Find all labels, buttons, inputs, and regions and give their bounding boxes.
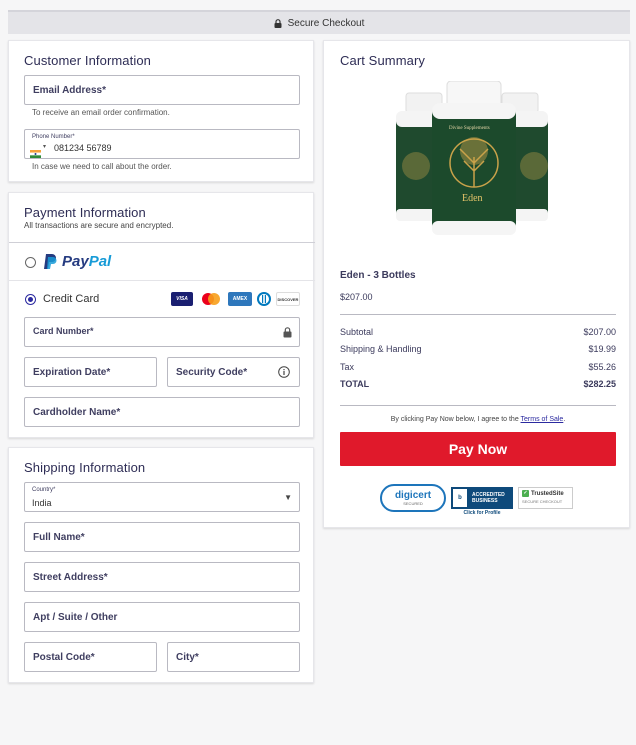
phone-hint: In case we need to call about the order. (32, 162, 172, 171)
visa-icon: VISA (171, 292, 193, 306)
city-label: City* (176, 652, 199, 663)
bbb-badge[interactable]: b ACCREDITED BUSINESS Click for Profile (451, 487, 513, 519)
secure-checkout-title: Secure Checkout (287, 17, 365, 29)
email-label: Email Address* (33, 85, 106, 96)
postal-code-field[interactable]: Postal Code* (24, 642, 157, 672)
country-select[interactable]: Country* India ▼ (24, 482, 300, 512)
product-name: Eden - 3 Bottles (340, 270, 416, 281)
paypal-divider (9, 280, 315, 281)
product-brand-text: Divine Supplements (449, 126, 490, 131)
product-image: Divine Supplements Eden (394, 80, 554, 241)
country-label: Country* (32, 487, 56, 493)
payment-information-card: Payment Information All transactions are… (8, 192, 315, 438)
trustedsite-badge[interactable]: ✓ TrustedSite SECURE CHECKOUT (518, 487, 573, 509)
paypal-radio[interactable] (25, 257, 36, 268)
expiration-date-field[interactable]: Expiration Date* (24, 357, 157, 387)
paypal-text-pal: Pal (88, 253, 112, 270)
street-address-field[interactable]: Street Address* (24, 562, 300, 592)
payment-information-heading: Payment Information (24, 205, 146, 220)
terms-of-sale-link[interactable]: Terms of Sale (521, 416, 564, 423)
full-name-label: Full Name* (33, 532, 85, 543)
subtotal-row: Subtotal $207.00 (340, 327, 616, 337)
discover-icon: DISCOVER (276, 292, 300, 306)
cart-summary-heading: Cart Summary (340, 53, 425, 68)
lock-icon (274, 18, 282, 28)
product-bottle-name: Eden (462, 193, 483, 204)
lock-icon (283, 327, 292, 338)
credit-card-label[interactable]: Credit Card (43, 293, 99, 305)
product-price: $207.00 (340, 292, 373, 302)
street-address-label: Street Address* (33, 572, 108, 583)
cardholder-name-field[interactable]: Cardholder Name* (24, 397, 300, 427)
country-code-chevron-icon[interactable]: ▾ (43, 143, 46, 150)
email-field[interactable]: Email Address* (24, 75, 300, 105)
phone-field[interactable]: Phone Number* ▾ 081234 56789 (24, 129, 300, 159)
subtotal-label: Subtotal (340, 327, 374, 337)
shipping-label: Shipping & Handling (340, 344, 422, 354)
tax-row: Tax $55.26 (340, 362, 616, 372)
chevron-down-icon[interactable]: ▼ (284, 493, 292, 502)
customer-information-card: Customer Information Email Address* To r… (8, 40, 314, 182)
city-field[interactable]: City* (167, 642, 300, 672)
shipping-information-card: Shipping Information Country* India ▼ Fu… (8, 447, 314, 683)
terms-text: By clicking Pay Now below, I agree to th… (390, 416, 566, 423)
payment-subheading: All transactions are secure and encrypte… (24, 221, 174, 230)
cardholder-name-label: Cardholder Name* (33, 407, 121, 418)
shipping-row: Shipping & Handling $19.99 (340, 344, 616, 354)
digicert-badge[interactable]: digicert SECURED (380, 484, 446, 512)
apt-suite-field[interactable]: Apt / Suite / Other (24, 602, 300, 632)
pay-now-button[interactable]: Pay Now (340, 432, 616, 466)
checkmark-icon: ✓ (522, 490, 529, 497)
mastercard-icon: mastercard (199, 292, 223, 306)
amex-icon: AMEX (228, 292, 252, 306)
postal-code-label: Postal Code* (33, 652, 95, 663)
paypal-text-pay: Pay (62, 253, 89, 270)
tax-label: Tax (340, 362, 355, 372)
india-flag-icon[interactable] (30, 145, 41, 158)
card-number-label: Card Number* (33, 326, 94, 336)
expiration-date-label: Expiration Date* (33, 367, 111, 378)
secure-checkout-bar: Secure Checkout (8, 10, 630, 34)
paypal-logo[interactable]: Pay Pal (43, 253, 111, 270)
security-code-field[interactable]: Security Code* (167, 357, 300, 387)
shipping-value: $19.99 (588, 344, 616, 354)
shipping-information-heading: Shipping Information (24, 460, 146, 475)
phone-value: 081234 56789 (54, 143, 112, 153)
total-value: $282.25 (583, 379, 616, 389)
info-icon[interactable] (278, 366, 290, 378)
diners-club-icon: diners (256, 291, 272, 307)
full-name-field[interactable]: Full Name* (24, 522, 300, 552)
card-number-field[interactable]: Card Number* (24, 317, 300, 347)
payment-divider (9, 242, 315, 243)
cart-summary-card: Cart Summary Divine Supplements Eden Ede… (323, 40, 630, 528)
email-hint: To receive an email order confirmation. (32, 108, 170, 117)
summary-divider-bottom (340, 405, 616, 406)
security-code-label: Security Code* (176, 367, 248, 378)
subtotal-value: $207.00 (583, 327, 616, 337)
paypal-icon (44, 254, 57, 269)
phone-label: Phone Number* (32, 134, 75, 140)
credit-card-radio[interactable] (25, 294, 36, 305)
bbb-logo-icon: b (451, 487, 469, 509)
apt-suite-label: Apt / Suite / Other (33, 612, 118, 623)
total-row: TOTAL $282.25 (340, 379, 616, 389)
summary-divider-top (340, 314, 616, 315)
customer-information-heading: Customer Information (24, 53, 151, 68)
country-value: India (32, 498, 52, 508)
total-label: TOTAL (340, 379, 370, 389)
tax-value: $55.26 (588, 362, 616, 372)
